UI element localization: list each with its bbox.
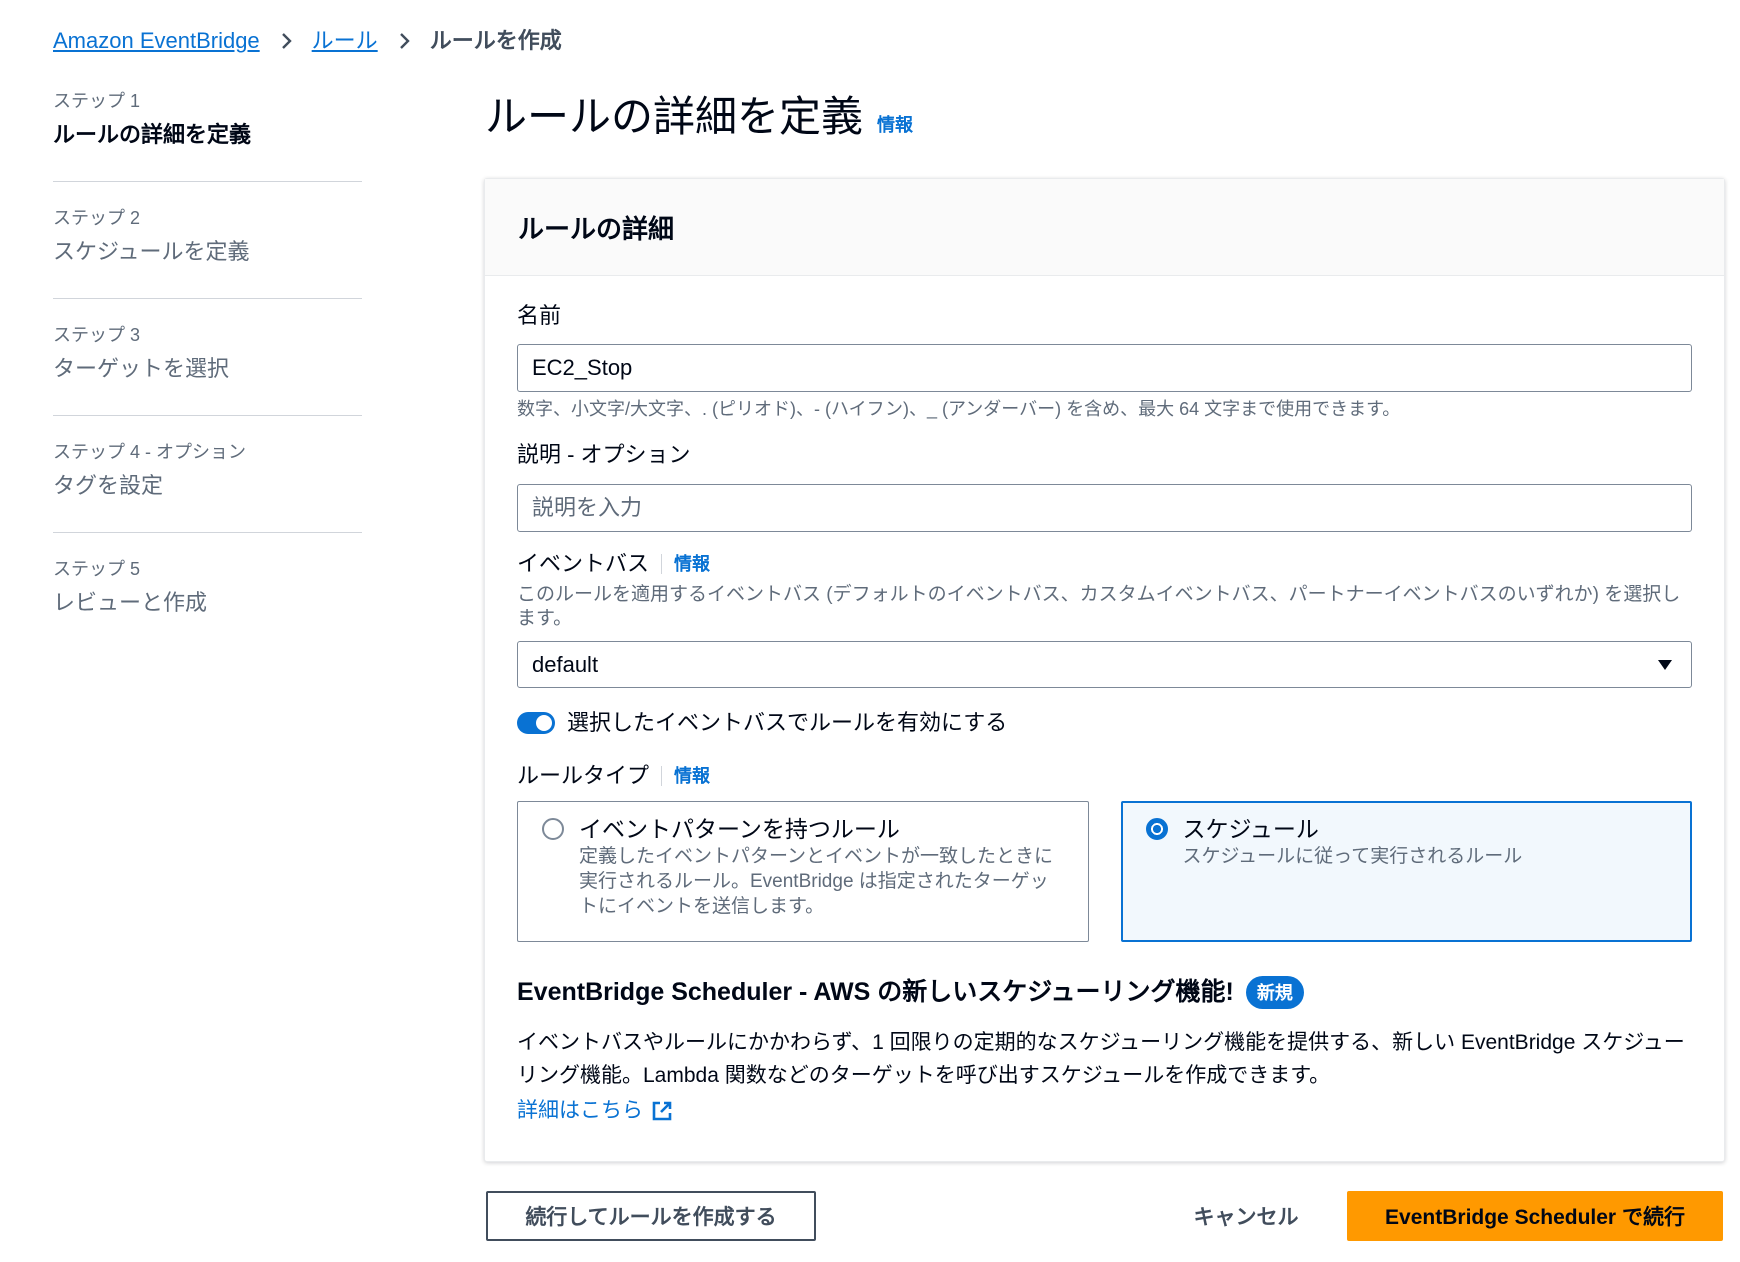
tile-description: スケジュールに従って実行されるルール — [1182, 846, 1523, 867]
tile-title: スケジュール — [1182, 816, 1319, 842]
chevron-right-icon — [280, 32, 294, 50]
rule-type-info-link[interactable]: 情報 — [674, 761, 710, 791]
enable-rule-toggle[interactable] — [517, 712, 555, 734]
step-caption: ステップ 3 — [53, 325, 141, 345]
tile-text: イベントパターンを持つルール 定義したイベントパターンとイベントが一致したときに… — [579, 814, 1060, 919]
step-caption: ステップ 1 — [53, 91, 141, 111]
tile-description: 定義したイベントパターンとイベントが一致したときに実行されるルール。EventB… — [579, 846, 1054, 917]
toggle-knob — [536, 715, 552, 731]
label-divider — [661, 554, 663, 574]
tile-title: イベントパターンを持つルール — [579, 816, 900, 842]
rule-type-event-pattern-tile[interactable]: イベントパターンを持つルール 定義したイベントパターンとイベントが一致したときに… — [517, 801, 1089, 942]
scheduler-heading: EventBridge Scheduler - AWS の新しいスケジューリング… — [517, 978, 1234, 1006]
panel-header: ルールの詳細 — [485, 179, 1724, 276]
step-caption: ステップ 2 — [53, 208, 141, 228]
step-label[interactable]: タグを設定 — [53, 471, 362, 501]
wizard-step-5: ステップ 5 レビューと作成 — [53, 533, 362, 649]
learn-more-row: 詳細はこちら — [517, 1096, 1692, 1126]
name-label: 名前 — [517, 303, 562, 328]
scheduler-heading-row: EventBridge Scheduler - AWS の新しいスケジューリング… — [517, 975, 1692, 1009]
rule-details-panel: ルールの詳細 名前 数字、小文字/大文字、. (ピリオド)、- (ハイフン)、_… — [485, 179, 1724, 1161]
rule-type-schedule-tile[interactable]: スケジュール スケジュールに従って実行されるルール — [1120, 801, 1692, 942]
scheduler-description: イベントバスやルールにかかわらず、1 回限りの定期的なスケジューリング機能を提供… — [517, 1031, 1685, 1087]
learn-more-label: 詳細はこちら — [517, 1099, 643, 1122]
wizard-steps-nav: ステップ 1 ルールの詳細を定義 ステップ 2 スケジュールを定義 ステップ 3… — [53, 88, 362, 649]
description-label: 説明 - オプション — [517, 442, 691, 467]
radio-button[interactable] — [1145, 818, 1168, 840]
page-header: ルールの詳細を定義 情報 — [485, 90, 913, 144]
chevron-right-icon — [398, 32, 412, 50]
event-bus-label: イベントバス — [517, 551, 650, 576]
wizard-step-2: ステップ 2 スケジュールを定義 — [53, 182, 362, 299]
step-caption: ステップ 4 - オプション — [53, 442, 247, 462]
wizard-step-4: ステップ 4 - オプション タグを設定 — [53, 416, 362, 533]
event-bus-label-row: イベントバス 情報 — [517, 549, 1692, 579]
step-label[interactable]: ルールの詳細を定義 — [53, 120, 362, 150]
rule-type-tiles: イベントパターンを持つルール 定義したイベントパターンとイベントが一致したときに… — [517, 801, 1692, 942]
wizard-step-3: ステップ 3 ターゲットを選択 — [53, 299, 362, 416]
step-label[interactable]: レビューと作成 — [53, 588, 362, 618]
breadcrumb: Amazon EventBridge ルール ルールを作成 — [53, 26, 562, 56]
cancel-button[interactable]: キャンセル — [1186, 1191, 1306, 1241]
event-bus-info-link[interactable]: 情報 — [674, 549, 710, 579]
learn-more-link[interactable]: 詳細はこちら — [517, 1096, 673, 1126]
page-title: ルールの詳細を定義 — [485, 93, 864, 140]
external-link-icon — [651, 1100, 673, 1122]
description-input[interactable] — [517, 484, 1692, 532]
name-input[interactable] — [517, 344, 1692, 392]
step-caption: ステップ 5 — [53, 559, 141, 579]
step-label[interactable]: ターゲットを選択 — [53, 354, 362, 384]
event-bus-selected-value: default — [532, 651, 599, 677]
radio-button[interactable] — [542, 818, 564, 840]
continue-create-rule-button[interactable]: 続行してルールを作成する — [486, 1191, 816, 1241]
step-label[interactable]: スケジュールを定義 — [53, 237, 362, 267]
event-bus-select[interactable]: default — [517, 641, 1692, 688]
rule-type-label-row: ルールタイプ 情報 — [517, 761, 1692, 791]
name-constraint-hint: 数字、小文字/大文字、. (ピリオド)、- (ハイフン)、_ (アンダーバー) … — [517, 399, 1401, 419]
enable-rule-label: 選択したイベントバスでルールを有効にする — [567, 710, 1008, 735]
continue-with-scheduler-button[interactable]: EventBridge Scheduler で続行 — [1347, 1191, 1723, 1241]
breadcrumb-rules-link[interactable]: ルール — [312, 26, 378, 56]
breadcrumb-eventbridge-link[interactable]: Amazon EventBridge — [53, 26, 260, 56]
page-info-link[interactable]: 情報 — [877, 111, 913, 137]
tile-text: スケジュール スケジュールに従って実行されるルール — [1183, 814, 1523, 869]
enable-rule-row: 選択したイベントバスでルールを有効にする — [517, 708, 1692, 738]
breadcrumb-current: ルールを作成 — [429, 28, 562, 53]
panel-title: ルールの詳細 — [518, 213, 675, 244]
panel-body: 名前 数字、小文字/大文字、. (ピリオド)、- (ハイフン)、_ (アンダーバ… — [485, 301, 1724, 1126]
rule-type-label: ルールタイプ — [517, 763, 650, 788]
wizard-step-1: ステップ 1 ルールの詳細を定義 — [53, 88, 362, 182]
caret-down-icon — [1657, 659, 1673, 671]
event-bus-description: このルールを適用するイベントバス (デフォルトのイベントバス、カスタムイベントバ… — [517, 584, 1681, 629]
new-badge: 新規 — [1245, 975, 1304, 1009]
label-divider — [661, 766, 663, 786]
